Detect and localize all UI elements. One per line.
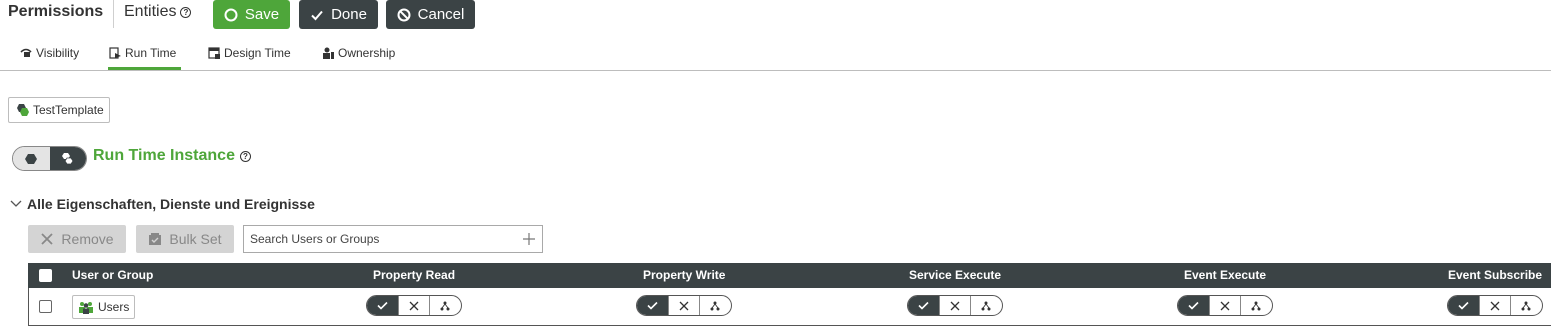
deny-option[interactable] [1209, 296, 1241, 315]
instances-icon [61, 152, 74, 164]
check-circle-icon [224, 8, 238, 21]
table-row [28, 288, 1551, 326]
column-header-property-write: Property Write [643, 268, 726, 282]
instance-toggle[interactable] [12, 146, 87, 171]
permission-toggle-event-execute[interactable] [1177, 295, 1273, 316]
search-input[interactable] [250, 232, 522, 246]
row-checkbox[interactable] [39, 300, 52, 313]
tab-label: Ownership [338, 46, 396, 60]
tab-visibility[interactable]: Visibility [20, 46, 79, 60]
deny-option[interactable] [398, 296, 430, 315]
inherit-option[interactable] [971, 296, 1002, 315]
title-divider [113, 0, 114, 28]
user-group-chip[interactable]: Users [72, 295, 136, 319]
cancel-icon [397, 8, 411, 21]
inherit-icon [440, 301, 450, 310]
instance-title-label: Run Time Instance [93, 147, 235, 164]
allow-option[interactable] [367, 296, 399, 315]
column-header-event-execute: Event Execute [1184, 268, 1267, 282]
allow-option[interactable] [1178, 296, 1210, 315]
deny-option[interactable] [1479, 296, 1511, 315]
allow-icon [647, 301, 658, 310]
template-label: TestTemplate [33, 103, 104, 117]
permission-toggle-property-write[interactable] [636, 295, 732, 316]
design-time-icon [208, 47, 220, 59]
tab-label: Design Time [224, 46, 291, 60]
deny-icon [679, 301, 689, 310]
permission-toggle-property-read[interactable] [366, 295, 462, 316]
allow-icon [918, 301, 929, 310]
inherit-option[interactable] [700, 296, 731, 315]
deny-icon [1220, 301, 1230, 310]
inherit-icon [1251, 301, 1261, 310]
help-icon[interactable]: ? [180, 6, 192, 18]
bulk-set-label: Bulk Set [169, 231, 222, 247]
select-all-checkbox[interactable] [39, 269, 52, 282]
tab-label: Run Time [125, 46, 177, 60]
allow-icon [377, 301, 388, 310]
done-label: Done [331, 6, 367, 23]
page-title: Permissions [8, 3, 104, 20]
check-icon [311, 10, 323, 20]
permission-toggle-event-subscribe[interactable] [1447, 295, 1543, 316]
tabs-divider [0, 70, 1551, 71]
allow-option[interactable] [637, 296, 669, 315]
run-time-icon [109, 47, 121, 59]
save-button[interactable]: Save [213, 0, 290, 29]
add-icon[interactable] [522, 232, 536, 246]
remove-button[interactable]: Remove [28, 225, 126, 253]
deny-option[interactable] [668, 296, 700, 315]
template-icon [17, 104, 29, 116]
chevron-down-icon [10, 200, 22, 207]
template-chip[interactable]: TestTemplate [8, 97, 110, 123]
remove-label: Remove [61, 231, 114, 247]
subtitle-label: Entities [124, 3, 177, 20]
allow-icon [1458, 301, 1469, 310]
page-subtitle: Entities ? [124, 3, 192, 21]
ownership-icon [323, 47, 334, 59]
user-group-label: Users [98, 300, 130, 314]
visibility-icon [20, 48, 32, 57]
hexagon-icon [25, 153, 38, 164]
bulk-set-icon [149, 233, 162, 245]
column-header-service-execute: Service Execute [909, 268, 1002, 282]
cancel-button[interactable]: Cancel [386, 0, 475, 29]
remove-icon [41, 233, 54, 245]
inherit-option[interactable] [1241, 296, 1272, 315]
tab-design-time[interactable]: Design Time [208, 46, 291, 60]
section-header[interactable]: Alle Eigenschaften, Dienste und Ereignis… [10, 196, 315, 212]
inherit-icon [710, 301, 720, 310]
tab-run-time[interactable]: Run Time [109, 46, 176, 60]
toggle-option-instance[interactable] [49, 147, 86, 170]
allow-option[interactable] [908, 296, 940, 315]
deny-option[interactable] [939, 296, 971, 315]
toggle-option-template[interactable] [13, 147, 50, 170]
permission-toggle-service-execute[interactable] [907, 295, 1003, 316]
column-header-event-subscribe: Event Subscribe [1448, 268, 1543, 282]
deny-icon [950, 301, 960, 310]
column-header-user-or-group[interactable]: User or Group [72, 263, 153, 288]
inherit-option[interactable] [1511, 296, 1542, 315]
inherit-option[interactable] [430, 296, 461, 315]
deny-icon [409, 301, 419, 310]
save-label: Save [244, 6, 280, 23]
column-header-property-read: Property Read [373, 268, 456, 282]
allow-icon [1188, 301, 1199, 310]
help-icon[interactable]: ? [239, 150, 251, 162]
deny-icon [1490, 301, 1500, 310]
tab-label: Visibility [36, 46, 80, 60]
inherit-icon [1521, 301, 1531, 310]
bulk-set-button[interactable]: Bulk Set [136, 225, 234, 253]
section-title: Alle Eigenschaften, Dienste und Ereignis… [27, 196, 315, 212]
cancel-label: Cancel [417, 6, 465, 23]
users-icon [79, 301, 93, 314]
inherit-icon [981, 301, 991, 310]
allow-option[interactable] [1448, 296, 1480, 315]
table-header [28, 263, 1551, 288]
tab-ownership[interactable]: Ownership [322, 46, 395, 60]
search-field[interactable] [243, 225, 543, 253]
done-button[interactable]: Done [299, 0, 378, 29]
instance-title: Run Time Instance ? [93, 147, 251, 165]
